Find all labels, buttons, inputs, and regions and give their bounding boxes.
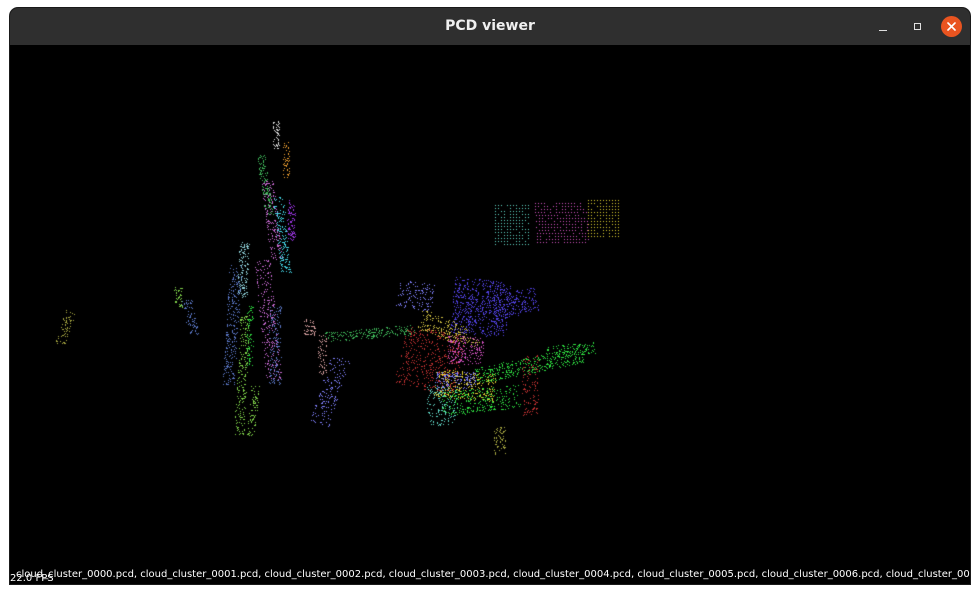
pcd-viewer-window: PCD viewer 22.0 FPS cloud_cluster_0000.p… <box>10 8 970 584</box>
loaded-files-label: cloud_cluster_0000.pcd, cloud_cluster_00… <box>16 569 970 580</box>
minimize-button[interactable] <box>872 16 893 37</box>
point-cloud-canvas[interactable] <box>10 45 970 584</box>
maximize-icon <box>914 23 921 30</box>
title-bar[interactable]: PCD viewer <box>10 8 970 46</box>
maximize-button[interactable] <box>907 16 928 37</box>
window-title: PCD viewer <box>445 18 535 34</box>
close-button[interactable] <box>941 16 962 37</box>
close-icon <box>947 22 956 31</box>
minimize-icon <box>878 29 887 31</box>
point-cloud-viewport[interactable]: 22.0 FPS cloud_cluster_0000.pcd, cloud_c… <box>10 45 970 584</box>
